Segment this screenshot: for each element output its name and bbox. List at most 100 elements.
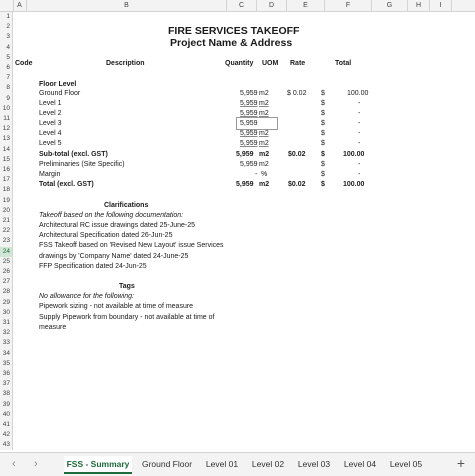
row-header[interactable]: 25 bbox=[0, 256, 13, 267]
line-desc: Level 5 bbox=[39, 140, 62, 147]
header-uom: UOM bbox=[262, 60, 279, 67]
row-header[interactable]: 21 bbox=[0, 216, 13, 227]
sheet-tab-bar: ‹ › FSS - Summary Ground Floor Level 01 … bbox=[0, 452, 475, 476]
row-header[interactable]: 3 bbox=[0, 32, 13, 43]
subtotal-uom: m2 bbox=[259, 151, 270, 158]
margin-qty: - bbox=[255, 171, 258, 178]
row-header[interactable]: 40 bbox=[0, 409, 13, 420]
row-header[interactable]: 35 bbox=[0, 358, 13, 369]
row-header[interactable]: 10 bbox=[0, 103, 13, 114]
header-rate: Rate bbox=[290, 60, 306, 67]
clarification-item: drawings by 'Company Name' dated 24-June… bbox=[39, 253, 189, 260]
line-desc: Ground Floor bbox=[39, 90, 81, 97]
scroll-tabs-right-icon[interactable]: › bbox=[34, 458, 38, 470]
margin-uom: % bbox=[261, 171, 268, 178]
row-header[interactable]: 19 bbox=[0, 195, 13, 206]
row-header[interactable]: 4 bbox=[0, 42, 13, 53]
column-header-e[interactable]: E bbox=[287, 0, 325, 11]
margin-currency: $ bbox=[321, 171, 325, 178]
row-header[interactable]: 14 bbox=[0, 144, 13, 155]
tab-level-02[interactable]: Level 02 bbox=[246, 456, 290, 472]
column-header-b[interactable]: B bbox=[27, 0, 227, 11]
sheet-title: FIRE SERVICES TAKEOFF bbox=[168, 25, 300, 37]
row-header[interactable]: 39 bbox=[0, 399, 13, 410]
clarifications-heading: Clarifications bbox=[104, 202, 149, 209]
tag-item: measure bbox=[39, 324, 67, 331]
tag-item: Supply Pipework from boundary - not avai… bbox=[39, 314, 215, 321]
subtotal-rate: $0.02 bbox=[288, 151, 306, 158]
row-header[interactable]: 1 bbox=[0, 12, 13, 23]
line-qty: 5,959 bbox=[240, 90, 258, 97]
row-header[interactable]: 33 bbox=[0, 338, 13, 349]
add-sheet-icon[interactable]: + bbox=[457, 455, 465, 471]
row-header[interactable]: 32 bbox=[0, 328, 13, 339]
select-all-corner[interactable] bbox=[0, 0, 14, 11]
row-header[interactable]: 28 bbox=[0, 287, 13, 298]
row-header[interactable]: 2 bbox=[0, 22, 13, 33]
total-label: Total (excl. GST) bbox=[39, 181, 94, 188]
row-header[interactable]: 15 bbox=[0, 154, 13, 165]
clarification-item: Architectural Specification dated 26-Jun… bbox=[39, 232, 173, 239]
tags-intro: No allowance for the following: bbox=[39, 293, 134, 300]
row-header[interactable]: 13 bbox=[0, 134, 13, 145]
row-header[interactable]: 30 bbox=[0, 307, 13, 318]
line-desc: Level 2 bbox=[39, 110, 62, 117]
scroll-tabs-left-icon[interactable]: ‹ bbox=[12, 458, 16, 470]
row-header[interactable]: 16 bbox=[0, 165, 13, 176]
margin-total: - bbox=[358, 171, 361, 178]
row-header[interactable]: 7 bbox=[0, 73, 13, 84]
line-uom: m2 bbox=[259, 130, 269, 137]
spreadsheet-grid[interactable]: A B C D E F G H I 1 2 3 4 5 6 7 8 9 10 11 12 13 14 15 1… bbox=[0, 0, 475, 450]
tab-level-05[interactable]: Level 05 bbox=[384, 456, 428, 472]
row-header[interactable]: 18 bbox=[0, 185, 13, 196]
row-header[interactable]: 34 bbox=[0, 348, 13, 359]
line-total: 100.00 bbox=[347, 90, 369, 97]
row-header[interactable]: 22 bbox=[0, 226, 13, 237]
row-header[interactable]: 12 bbox=[0, 124, 13, 135]
row-header[interactable]: 17 bbox=[0, 175, 13, 186]
line-currency: $ bbox=[321, 140, 325, 147]
prelims-total: - bbox=[358, 161, 361, 168]
column-header-g[interactable]: G bbox=[372, 0, 408, 11]
row-header[interactable]: 24 bbox=[0, 246, 13, 257]
tags-heading: Tags bbox=[119, 283, 135, 290]
column-header-a[interactable]: A bbox=[13, 0, 27, 11]
tab-level-03[interactable]: Level 03 bbox=[292, 456, 336, 472]
column-header-i[interactable]: I bbox=[430, 0, 452, 11]
row-header[interactable]: 38 bbox=[0, 389, 13, 400]
clarifications-intro: Takeoff based on the following documenta… bbox=[39, 212, 184, 219]
row-header[interactable]: 31 bbox=[0, 318, 13, 329]
line-total: - bbox=[358, 100, 361, 107]
column-header-f[interactable]: F bbox=[325, 0, 372, 11]
row-header[interactable]: 43 bbox=[0, 440, 13, 450]
clarification-item: Architectural RC issue drawings dated 25… bbox=[39, 222, 196, 229]
prelims-currency: $ bbox=[321, 161, 325, 168]
row-header[interactable]: 29 bbox=[0, 297, 13, 308]
column-header-h[interactable]: H bbox=[408, 0, 430, 11]
total-currency: $ bbox=[321, 181, 325, 188]
tab-level-01[interactable]: Level 01 bbox=[200, 456, 244, 472]
line-qty: 5,959 bbox=[240, 130, 258, 137]
row-header[interactable]: 20 bbox=[0, 205, 13, 216]
row-header[interactable]: 37 bbox=[0, 379, 13, 390]
tab-ground-floor[interactable]: Ground Floor bbox=[136, 456, 198, 472]
row-header[interactable]: 5 bbox=[0, 52, 13, 63]
tab-level-04[interactable]: Level 04 bbox=[338, 456, 382, 472]
header-description: Description bbox=[106, 60, 145, 67]
tag-item: Pipework sizing - not available at time … bbox=[39, 303, 194, 310]
row-header[interactable]: 8 bbox=[0, 83, 13, 94]
clarification-item: FFP Specification dated 24-Jun-25 bbox=[39, 263, 147, 270]
row-header[interactable]: 23 bbox=[0, 236, 13, 247]
row-header[interactable]: 42 bbox=[0, 430, 13, 441]
row-header[interactable]: 36 bbox=[0, 369, 13, 380]
row-header[interactable]: 6 bbox=[0, 63, 13, 74]
row-header[interactable]: 41 bbox=[0, 420, 13, 431]
column-header-d[interactable]: D bbox=[257, 0, 287, 11]
row-header[interactable]: 26 bbox=[0, 267, 13, 278]
row-header[interactable]: 11 bbox=[0, 114, 13, 125]
row-header[interactable]: 9 bbox=[0, 93, 13, 104]
total-qty: 5,959 bbox=[236, 181, 254, 188]
tab-fss-summary[interactable]: FSS - Summary bbox=[64, 456, 132, 474]
row-header[interactable]: 27 bbox=[0, 277, 13, 288]
column-header-c[interactable]: C bbox=[227, 0, 257, 11]
